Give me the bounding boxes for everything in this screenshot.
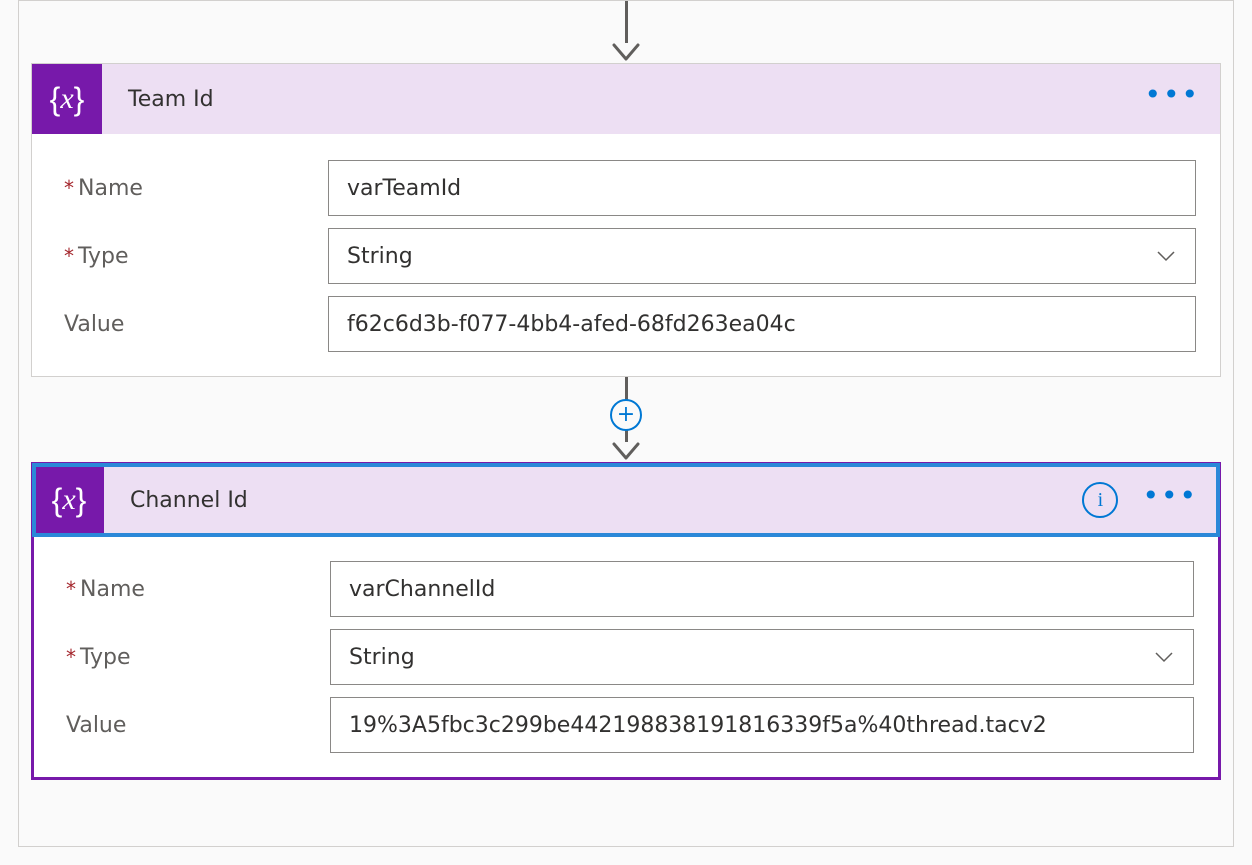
field-control	[328, 160, 1196, 216]
variable-icon: {x}	[34, 465, 104, 535]
field-label-name: *Name	[58, 577, 330, 602]
required-asterisk: *	[64, 176, 74, 200]
add-step-button[interactable]: +	[610, 399, 642, 431]
more-actions-button[interactable]: •••	[1142, 493, 1198, 507]
card-header-actions: •••	[1144, 92, 1200, 106]
arrow-into-card-1	[611, 1, 641, 63]
required-asterisk: *	[66, 645, 76, 669]
more-actions-button[interactable]: •••	[1144, 92, 1200, 106]
field-control: String	[328, 228, 1196, 284]
type-select[interactable]: String	[328, 228, 1196, 284]
arrow-head-icon	[611, 43, 641, 63]
field-label-type: *Type	[56, 244, 328, 269]
name-input[interactable]	[328, 160, 1196, 216]
info-icon[interactable]: i	[1082, 482, 1118, 518]
card-title: Team Id	[128, 87, 1144, 112]
card-body: *Name *Type String Value	[34, 535, 1218, 777]
field-control	[330, 561, 1194, 617]
field-control	[330, 697, 1194, 753]
field-row-value: Value	[56, 296, 1196, 352]
connector-with-add: +	[611, 377, 641, 462]
value-input[interactable]	[328, 296, 1196, 352]
chevron-down-icon	[1153, 646, 1175, 668]
field-label-name: *Name	[56, 176, 328, 201]
required-asterisk: *	[64, 244, 74, 268]
field-row-name: *Name	[58, 561, 1194, 617]
arrow-head-icon	[611, 442, 641, 462]
card-title: Channel Id	[130, 488, 1082, 513]
type-select[interactable]: String	[330, 629, 1194, 685]
variable-icon: {x}	[32, 64, 102, 134]
field-label-value: Value	[58, 713, 330, 738]
chevron-down-icon	[1155, 245, 1177, 267]
name-input[interactable]	[330, 561, 1194, 617]
card-header[interactable]: {x} Team Id •••	[32, 64, 1220, 134]
field-row-type: *Type String	[58, 629, 1194, 685]
card-header-actions: i •••	[1082, 482, 1198, 518]
field-label-value: Value	[56, 312, 328, 337]
card-body: *Name *Type String Value	[32, 134, 1220, 376]
action-card-channel-id[interactable]: {x} Channel Id i ••• *Name *Type String	[31, 462, 1221, 780]
card-header[interactable]: {x} Channel Id i •••	[34, 465, 1218, 535]
field-row-value: Value	[58, 697, 1194, 753]
field-row-type: *Type String	[56, 228, 1196, 284]
arrow-line	[625, 1, 628, 43]
field-control	[328, 296, 1196, 352]
required-asterisk: *	[66, 577, 76, 601]
action-card-team-id[interactable]: {x} Team Id ••• *Name *Type String	[31, 63, 1221, 377]
type-select-value: String	[349, 645, 415, 670]
flow-canvas: {x} Team Id ••• *Name *Type String	[18, 0, 1234, 847]
field-row-name: *Name	[56, 160, 1196, 216]
field-label-type: *Type	[58, 645, 330, 670]
field-control: String	[330, 629, 1194, 685]
value-input[interactable]	[330, 697, 1194, 753]
type-select-value: String	[347, 244, 413, 269]
